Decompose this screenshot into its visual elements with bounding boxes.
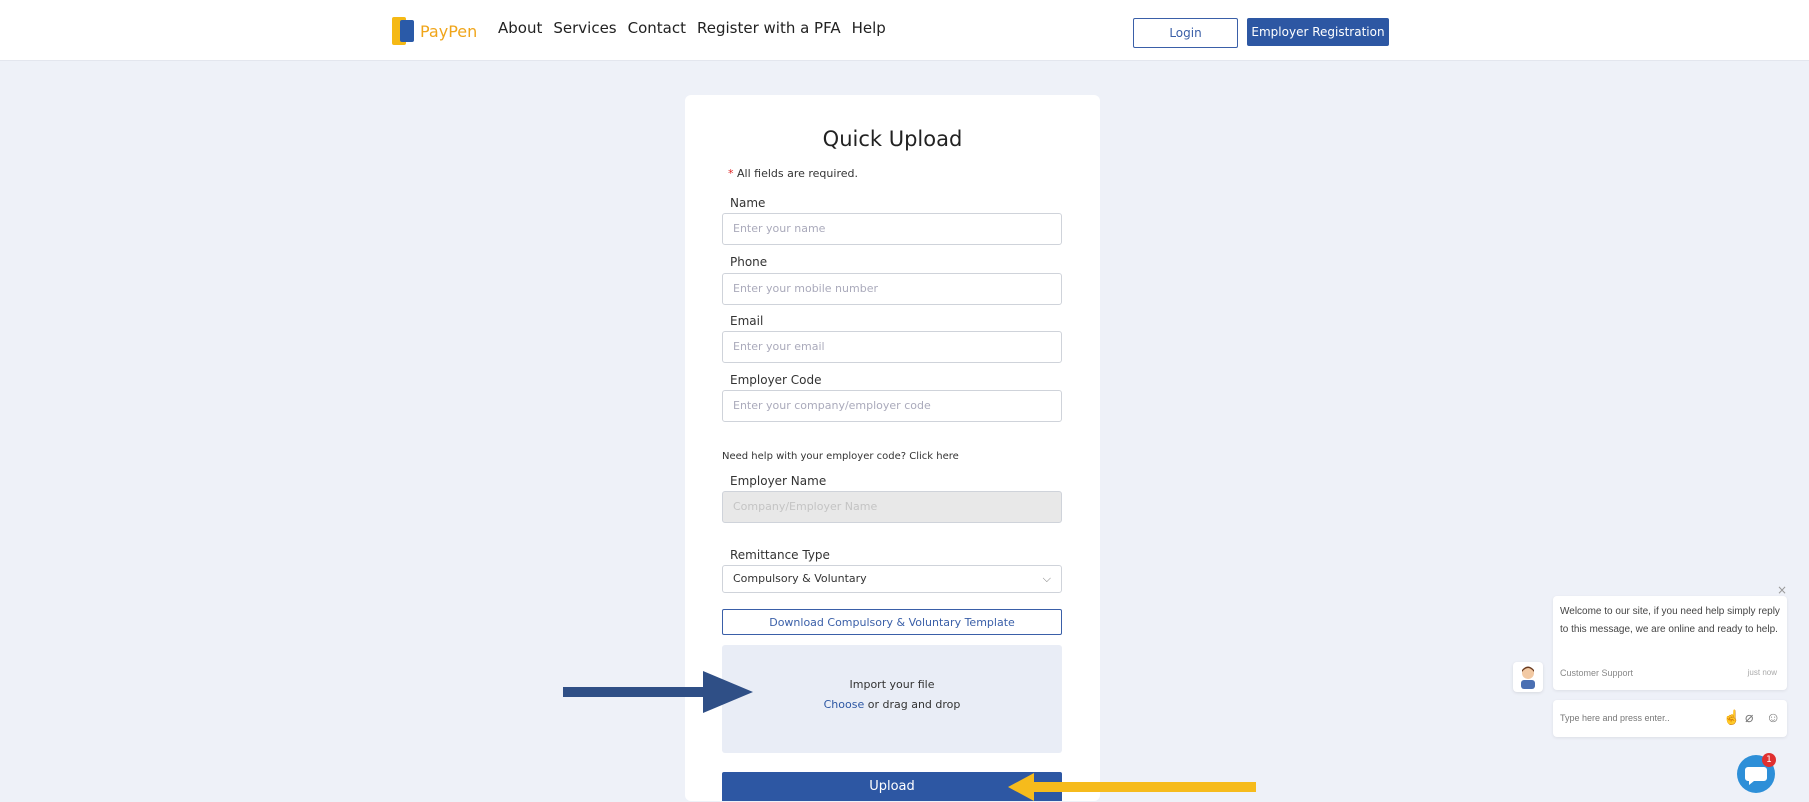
chat-message-bubble: Welcome to our site, if you need help si… — [1553, 596, 1787, 690]
chat-close-icon[interactable]: × — [1777, 583, 1787, 597]
blue-arrow-annotation — [563, 671, 753, 713]
chat-agent-name: Customer Support — [1560, 668, 1634, 678]
agent-avatar-icon — [1521, 666, 1535, 689]
thumbs-up-icon[interactable]: ☝ — [1723, 709, 1740, 726]
nav-contact[interactable]: Contact — [628, 19, 686, 37]
chat-welcome-message: Welcome to our site, if you need help si… — [1560, 606, 1780, 635]
brand-name: PayPen — [420, 21, 478, 41]
name-label: Name — [730, 196, 766, 210]
required-asterisk: * — [728, 167, 734, 180]
employer-name-input: Company/Employer Name — [722, 491, 1062, 523]
employer-code-input[interactable]: Enter your company/employer code — [722, 390, 1062, 422]
employer-code-label: Employer Code — [730, 373, 822, 387]
chat-timestamp: just now — [1747, 668, 1777, 677]
nav-register-pfa[interactable]: Register with a PFA — [697, 19, 841, 37]
employer-code-help-link[interactable]: Need help with your employer code? Click… — [722, 451, 959, 462]
employer-registration-button[interactable]: Employer Registration — [1247, 18, 1389, 46]
phone-input[interactable]: Enter your mobile number — [722, 273, 1062, 305]
email-input[interactable]: Enter your email — [722, 331, 1062, 363]
phone-label: Phone — [730, 255, 768, 269]
remittance-type-select[interactable]: Compulsory & Voluntary ⌵ — [722, 565, 1062, 593]
chat-notification-badge: 1 — [1762, 753, 1776, 767]
employer-name-label: Employer Name — [730, 474, 827, 488]
chat-input-placeholder: Type here and press enter.. — [1560, 713, 1670, 723]
attachment-icon[interactable]: ⌀ — [1745, 709, 1753, 726]
page-title: Quick Upload — [822, 127, 963, 151]
yellow-arrow-annotation — [1008, 773, 1256, 801]
required-note: * All fields are required. — [728, 167, 858, 180]
nav-about[interactable]: About — [498, 19, 542, 37]
remittance-type-label: Remittance Type — [730, 548, 830, 562]
login-button[interactable]: Login — [1133, 18, 1238, 48]
main-nav: About Services Contact Register with a P… — [498, 19, 886, 37]
chevron-down-icon: ⌵ — [1042, 572, 1051, 585]
top-navbar: PayPen About Services Contact Register w… — [0, 0, 1809, 61]
nav-services[interactable]: Services — [553, 19, 616, 37]
remittance-type-value: Compulsory & Voluntary — [733, 572, 867, 585]
nav-help[interactable]: Help — [852, 19, 886, 37]
dropzone-instructions: Choose or drag and drop — [722, 698, 1062, 711]
dropzone-instructions-text: or drag and drop — [864, 698, 961, 711]
emoji-icon[interactable]: ☺ — [1766, 709, 1780, 725]
paypen-logo[interactable]: PayPen — [392, 17, 477, 45]
email-label: Email — [730, 314, 764, 328]
choose-file-link[interactable]: Choose — [824, 698, 865, 711]
dropzone-title: Import your file — [849, 678, 935, 691]
chat-agent-avatar — [1513, 662, 1543, 692]
paypen-logo-icon — [392, 17, 414, 45]
file-dropzone[interactable]: Import your file Choose or drag and drop — [722, 645, 1062, 753]
required-note-text: All fields are required. — [737, 167, 858, 180]
name-input[interactable]: Enter your name — [722, 213, 1062, 245]
download-template-button[interactable]: Download Compulsory & Voluntary Template — [722, 609, 1062, 635]
chat-input-bar[interactable]: Type here and press enter.. ☝ ⌀ ☺ — [1553, 700, 1787, 737]
